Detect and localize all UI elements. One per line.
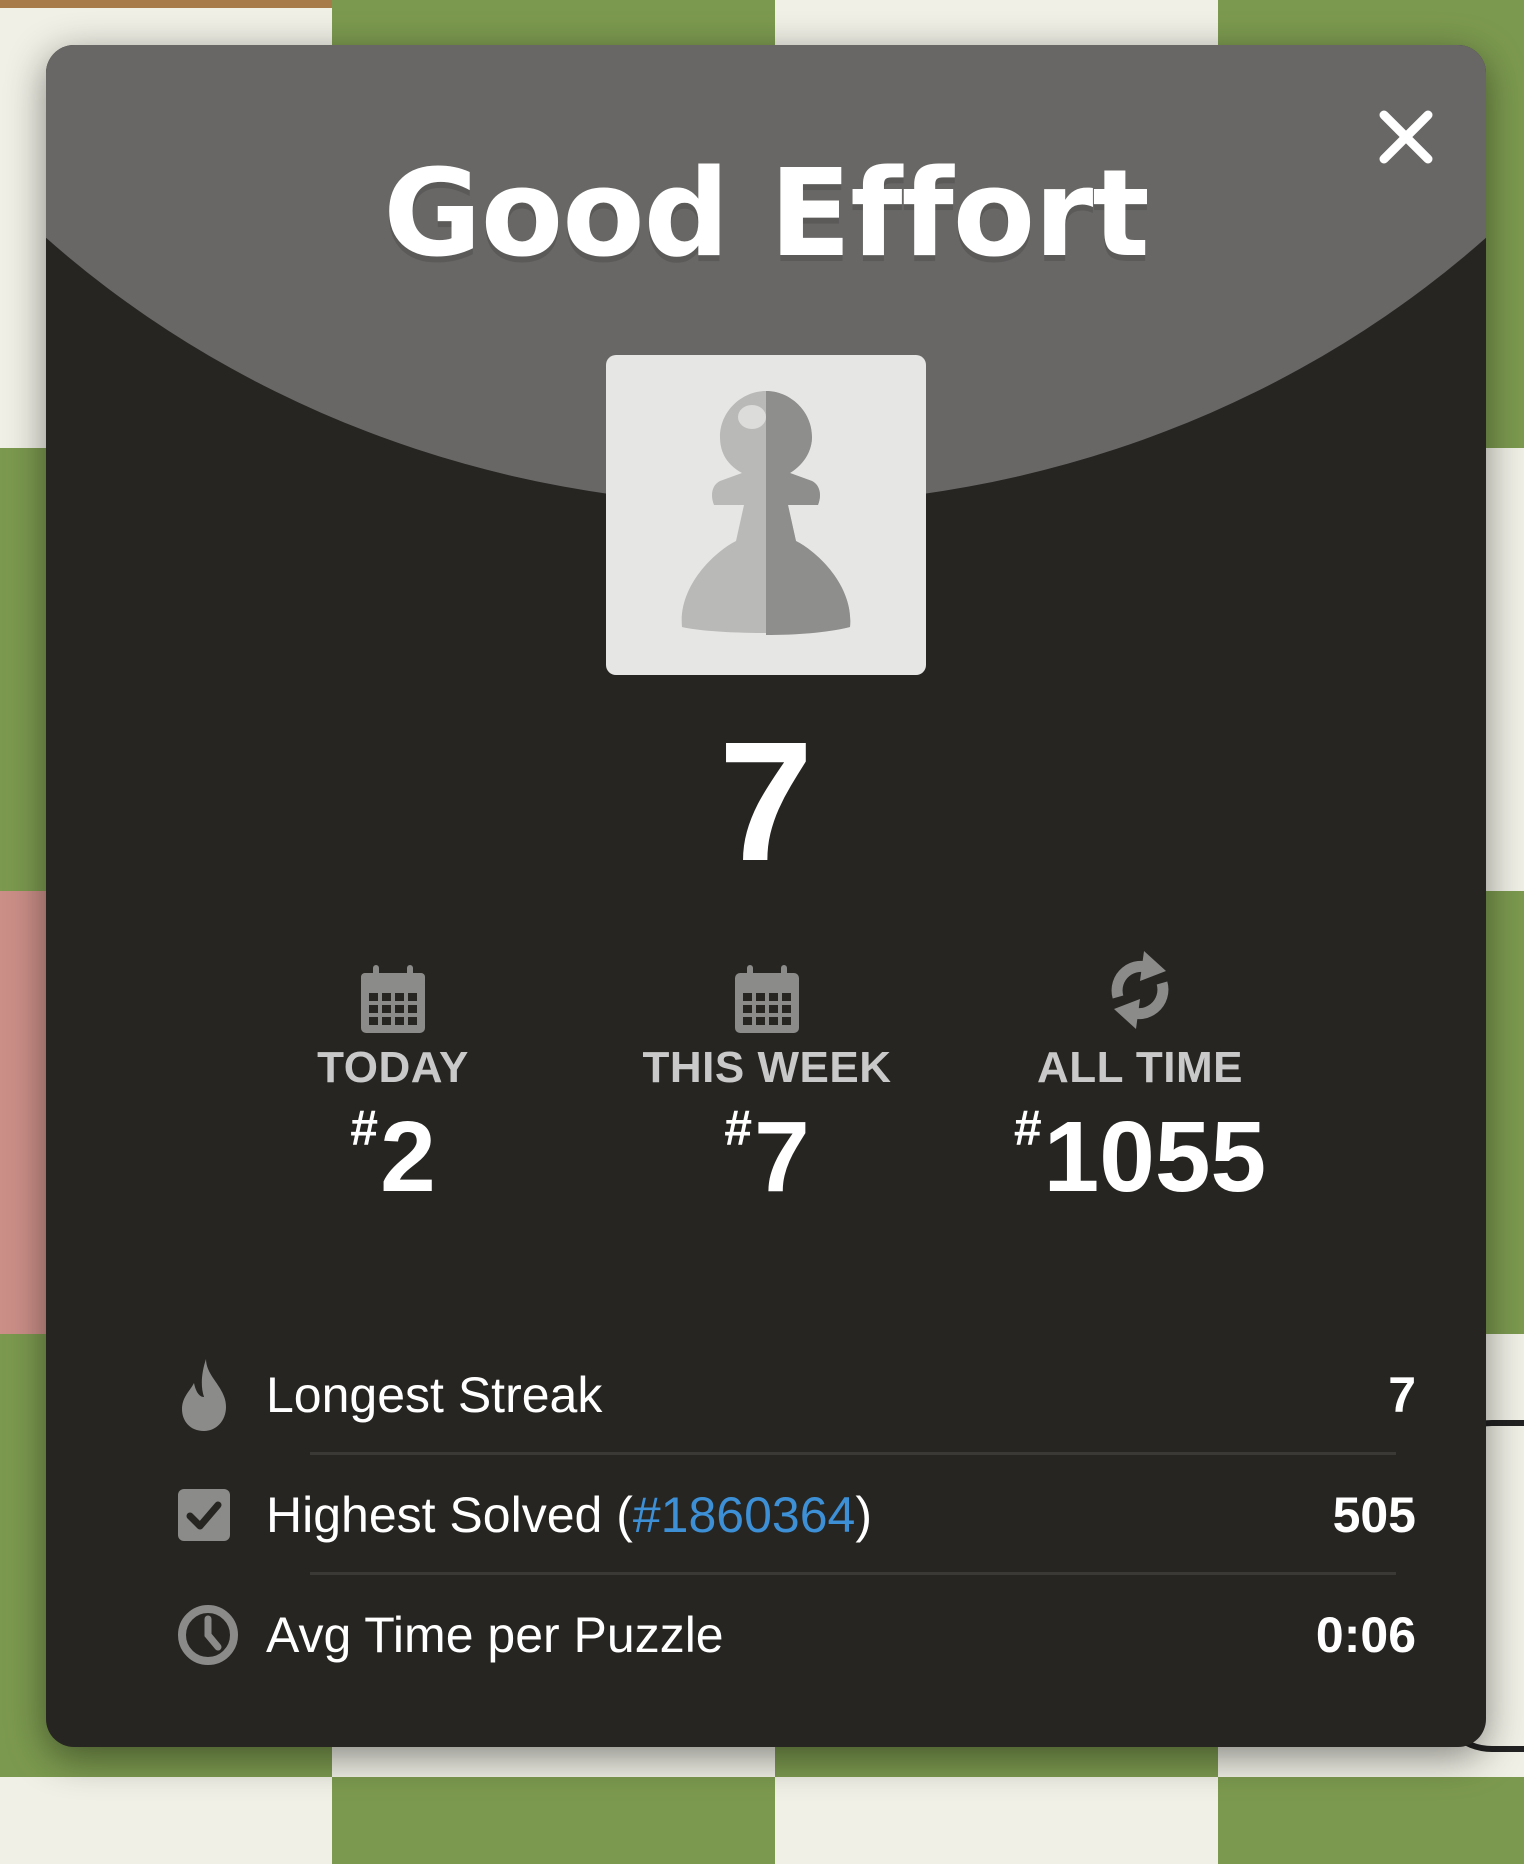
stats-list: Longest Streak 7 Highest Solved (#186036… [176,1335,1416,1695]
rank-this-week-label: THIS WEEK [642,1043,892,1092]
puzzle-result-modal: Good Effort 7 TODAY #2 THIS WEEK #7 ALL … [46,45,1486,1747]
piece-badge [606,355,926,675]
avg-time-value: 0:06 [1315,1607,1416,1663]
longest-streak-label: Longest Streak [266,1367,603,1423]
calendar-icon [361,965,425,1033]
rank-all-time: ALL TIME #1055 [970,945,1310,1207]
clock-icon [178,1605,238,1665]
puzzle-score: 7 [718,707,814,897]
calendar-icon [735,965,799,1033]
rank-all-time-value: #1055 [1013,1100,1267,1213]
highest-solved-value: 505 [1332,1487,1416,1543]
rank-all-time-label: ALL TIME [1036,1043,1244,1092]
rank-today-label: TODAY [317,1043,469,1092]
refresh-icon [1111,951,1169,1029]
rank-today-value: #2 [350,1100,436,1213]
puzzle-link[interactable]: #1860364 [633,1487,855,1543]
highest-solved-label: Highest Solved (#1860364) [266,1487,872,1543]
stat-row-avg-time: Avg Time per Puzzle 0:06 [176,1575,1416,1695]
checkbox-icon [178,1489,230,1541]
avg-time-label: Avg Time per Puzzle [266,1607,724,1663]
stat-row-longest-streak: Longest Streak 7 [176,1335,1416,1455]
rank-today: TODAY #2 [223,945,563,1207]
stat-row-highest-solved: Highest Solved (#1860364) 505 [176,1455,1416,1575]
flame-icon [182,1359,226,1431]
longest-streak-value: 7 [1388,1367,1416,1423]
modal-title: Good Effort [383,145,1149,284]
rank-this-week: THIS WEEK #7 [597,945,937,1207]
pawn-icon [681,391,851,635]
rank-this-week-value: #7 [724,1100,810,1213]
